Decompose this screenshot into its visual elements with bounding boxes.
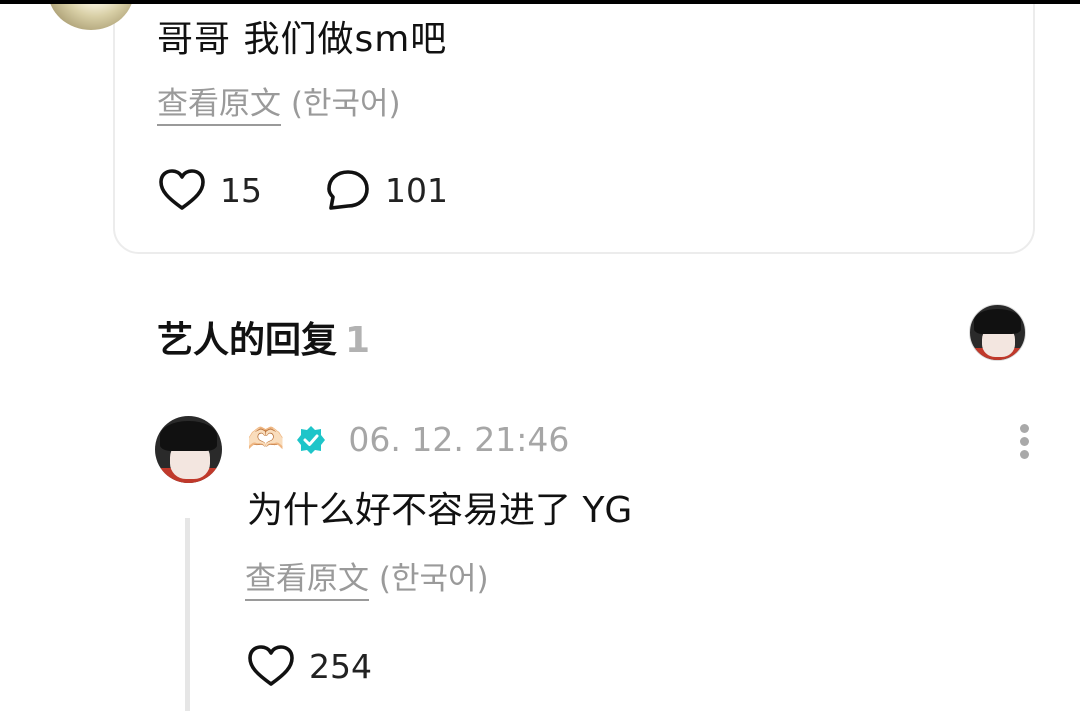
thread-line bbox=[185, 518, 190, 711]
artist-name-emoji[interactable]: 🫶🏻 bbox=[247, 422, 284, 457]
artist-replies-title: 艺人的回复 bbox=[157, 320, 338, 361]
reply-translate: 查看原文 (한국어) bbox=[245, 553, 489, 601]
more-vertical-icon[interactable] bbox=[1015, 424, 1033, 464]
original-language: (한국어) bbox=[290, 86, 401, 122]
heart-outline-icon bbox=[248, 645, 294, 686]
post-text: 哥哥 我们做sm吧 bbox=[157, 19, 448, 60]
reply-timestamp: 06. 12. 21:46 bbox=[348, 420, 570, 459]
dot bbox=[1019, 437, 1029, 446]
heart-outline-icon bbox=[159, 169, 205, 210]
speech-bubble-icon bbox=[327, 170, 369, 210]
reply-like-button[interactable]: 254 bbox=[247, 644, 372, 688]
post-comment-button[interactable]: 101 bbox=[325, 168, 448, 212]
avatar-hair bbox=[160, 421, 217, 451]
dot bbox=[1019, 450, 1029, 459]
view-original-link[interactable]: 查看原文 bbox=[245, 561, 369, 601]
dot bbox=[1019, 424, 1029, 433]
artist-avatar-small[interactable] bbox=[969, 304, 1026, 361]
verified-badge-icon bbox=[297, 425, 326, 454]
post-like-button[interactable]: 15 bbox=[158, 168, 262, 212]
reply-like-count: 254 bbox=[309, 646, 372, 686]
screen: 哥哥 我们做sm吧 查看原文 (한국어) 15 101 艺人的回复 1 🫶🏻 0… bbox=[0, 4, 1080, 711]
post-comment-count: 101 bbox=[385, 170, 448, 210]
avatar-hair bbox=[974, 309, 1021, 334]
artist-avatar[interactable] bbox=[155, 416, 222, 483]
artist-replies-header: 艺人的回复 1 bbox=[157, 311, 370, 363]
reply-text: 为什么好不容易进了 YG bbox=[247, 490, 633, 531]
reply-meta: 🫶🏻 06. 12. 21:46 bbox=[247, 420, 569, 459]
view-original-link[interactable]: 查看原文 bbox=[157, 86, 281, 126]
post-translate: 查看原文 (한국어) bbox=[157, 78, 401, 126]
original-language: (한국어) bbox=[378, 561, 489, 597]
post-like-count: 15 bbox=[220, 170, 262, 210]
artist-replies-count: 1 bbox=[345, 320, 371, 361]
